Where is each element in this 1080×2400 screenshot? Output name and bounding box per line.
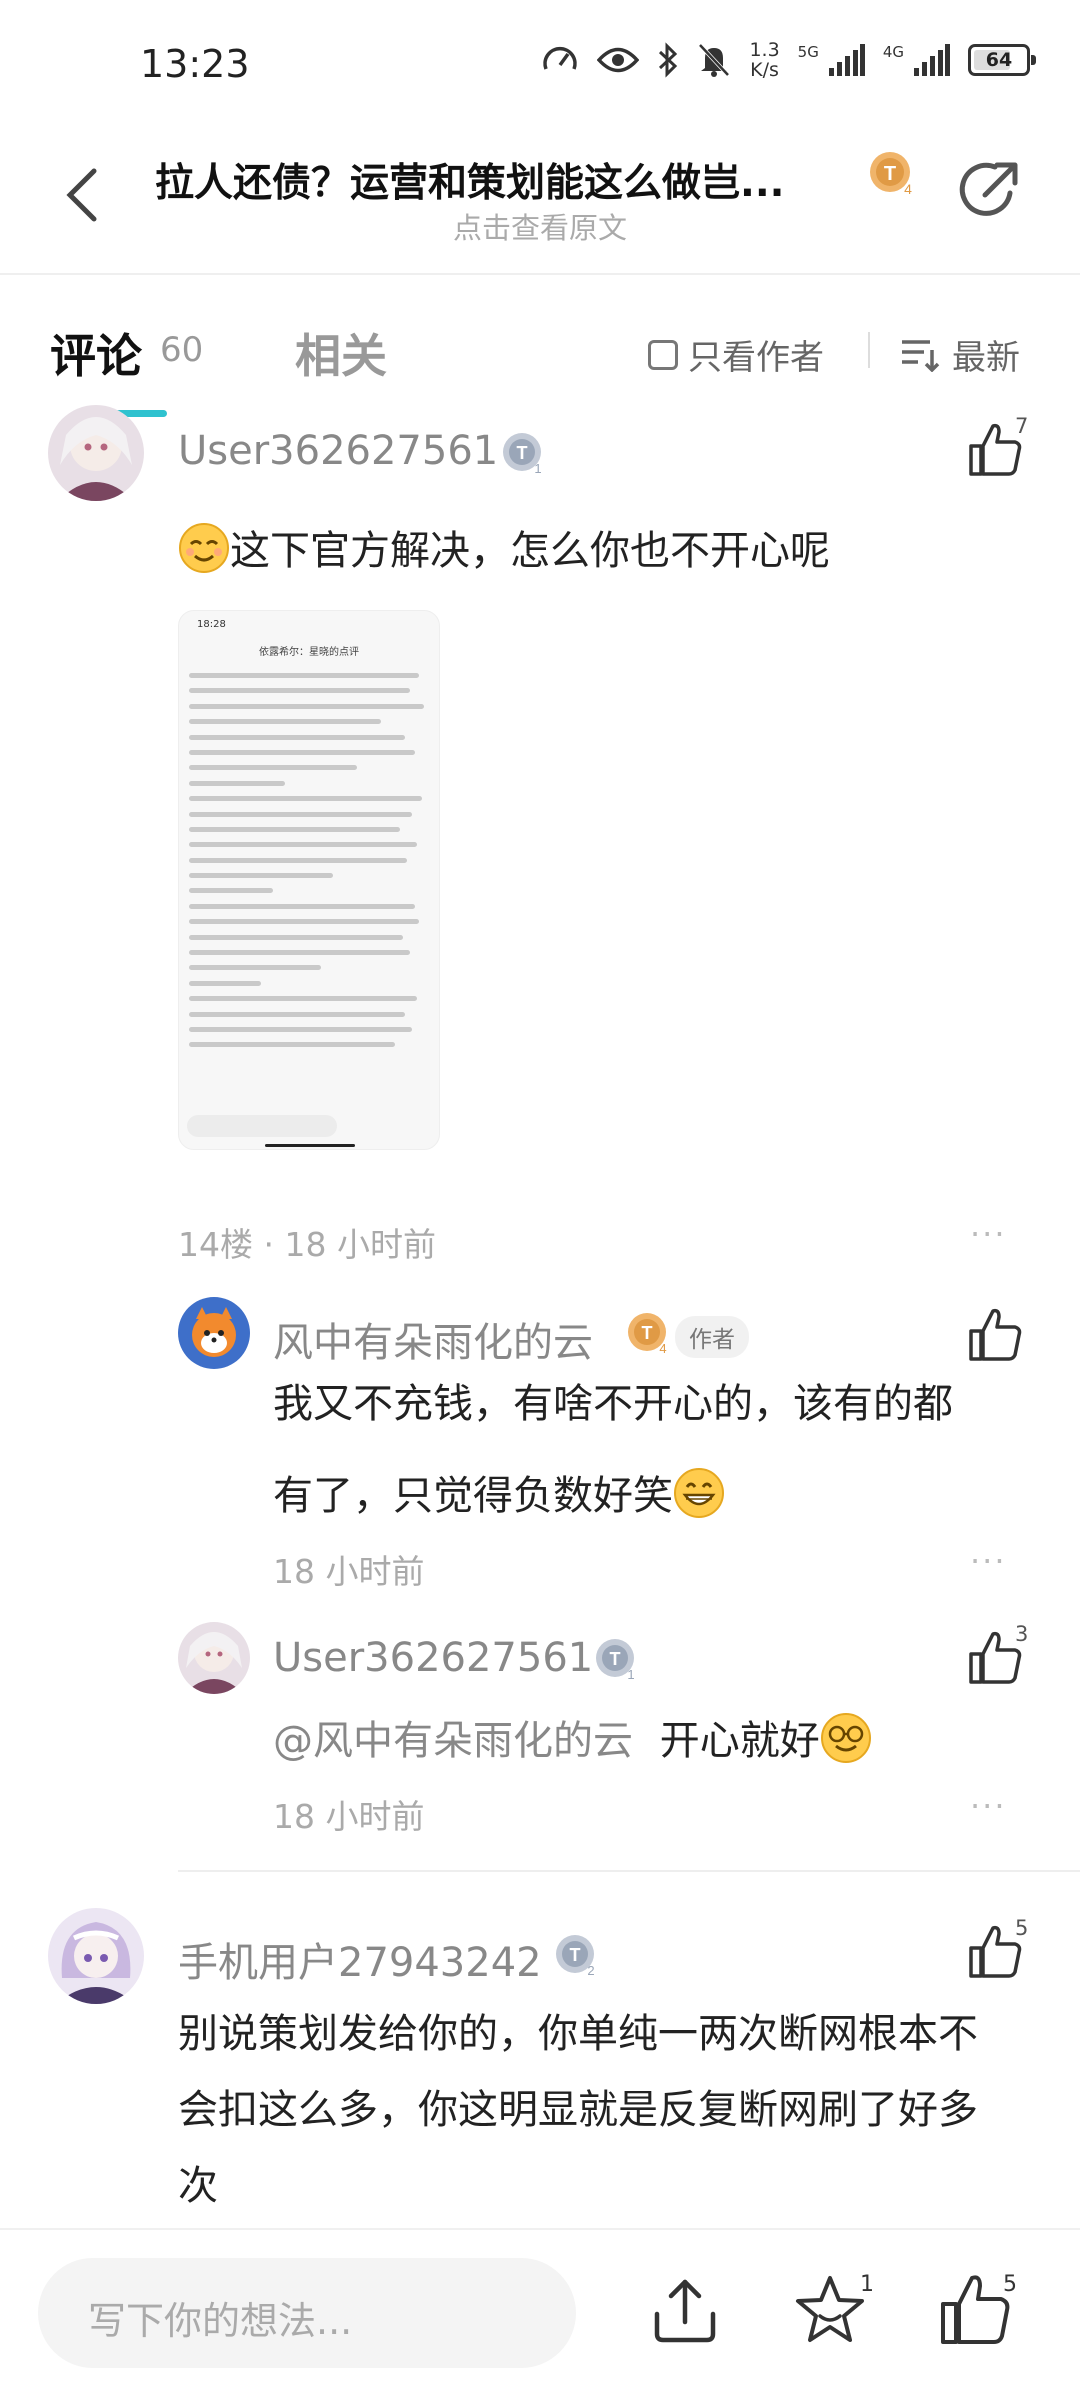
comment-image[interactable]: 18:28 依露希尔：星晓的点评 xyxy=(178,610,440,1150)
image-status-time: 18:28 xyxy=(197,619,226,630)
divider xyxy=(868,332,870,368)
grin-emoji-icon xyxy=(674,1468,724,1518)
sort-button[interactable]: 最新 xyxy=(900,330,1020,379)
comment-tabs: 评论 60 相关 只看作者 最新 xyxy=(0,300,1080,417)
sig1-label: 5G xyxy=(797,43,819,61)
author-only-label: 只看作者 xyxy=(688,338,824,378)
svg-text:T: T xyxy=(884,163,896,185)
author-only-filter[interactable]: 只看作者 xyxy=(648,330,824,379)
level-badge-icon: T2 xyxy=(556,1935,595,1978)
level-badge: T4 xyxy=(868,150,916,202)
avatar[interactable] xyxy=(48,405,144,501)
sort-icon xyxy=(902,339,940,372)
eye-icon xyxy=(597,47,640,73)
sort-label: 最新 xyxy=(952,338,1020,378)
comment-meta: 14楼 · 18 小时前 xyxy=(178,1225,436,1264)
relieved-emoji-icon xyxy=(179,523,229,573)
glasses-emoji-icon xyxy=(820,1713,871,1763)
share-button[interactable] xyxy=(955,155,1025,225)
like-count: 3 xyxy=(1015,1622,1029,1646)
status-icons: 1.3 K/s 5G 4G 64 xyxy=(541,39,1036,81)
comment-input[interactable]: 写下你的想法... xyxy=(38,2258,576,2368)
reply-text: @风中有朵雨化的云 开心就好 xyxy=(273,1695,872,1787)
like-count: 5 xyxy=(1015,1916,1029,1940)
svg-text:T: T xyxy=(642,1323,653,1343)
avatar[interactable] xyxy=(48,1908,144,2004)
author-only-checkbox[interactable] xyxy=(648,339,678,370)
signal-icon xyxy=(828,44,865,76)
svg-text:1: 1 xyxy=(534,461,541,476)
upload-share-icon[interactable] xyxy=(645,2270,725,2350)
image-home-indicator xyxy=(265,1144,355,1147)
image-input-bar xyxy=(187,1115,337,1137)
article-title[interactable]: 拉人还债？运营和策划能这么做岂... xyxy=(155,152,855,208)
avatar[interactable] xyxy=(178,1622,250,1694)
more-options-button[interactable]: ··· xyxy=(970,1542,1007,1580)
article-header: 拉人还债？运营和策划能这么做岂... 点击查看原文 T4 xyxy=(0,130,1080,275)
svg-text:2: 2 xyxy=(587,1963,594,1978)
comment-text: 这下官方解决，怎么你也不开心呢 xyxy=(178,505,830,597)
reply-username[interactable]: User362627561 xyxy=(273,1635,593,1681)
more-options-button[interactable]: ··· xyxy=(970,1787,1007,1825)
comment-username[interactable]: 手机用户27943242 xyxy=(178,1930,542,1988)
comments-count: 60 xyxy=(160,330,204,370)
sig2-label: 4G xyxy=(882,43,904,61)
level-badge-icon: T4 xyxy=(628,1313,667,1356)
net-speed: 1.3 K/s xyxy=(749,39,780,81)
clock: 13:23 xyxy=(140,42,250,86)
svg-text:4: 4 xyxy=(904,181,912,197)
image-text-lines xyxy=(189,673,429,1058)
like-icon[interactable] xyxy=(965,1305,1025,1365)
reply-meta: 18 小时前 xyxy=(273,1797,425,1836)
svg-text:T: T xyxy=(517,443,528,463)
svg-text:T: T xyxy=(570,1945,581,1965)
comment-text: 别说策划发给你的，你单纯一两次断网根本不 会扣这么多，你这明显就是反复断网刷了好… xyxy=(178,2011,978,2209)
like-count: 5 xyxy=(1003,2272,1017,2297)
mention-link[interactable]: @风中有朵雨化的云 xyxy=(273,1718,633,1764)
star-icon[interactable] xyxy=(790,2270,870,2350)
svg-text:T: T xyxy=(610,1649,621,1669)
avatar[interactable] xyxy=(178,1297,250,1369)
tab-related[interactable]: 相关 xyxy=(295,320,387,386)
reply-meta: 18 小时前 xyxy=(273,1552,425,1591)
like-count: 7 xyxy=(1015,414,1029,438)
signal-icon xyxy=(914,44,950,76)
comment-username[interactable]: User362627561 xyxy=(178,428,498,474)
battery-icon: 64 xyxy=(968,44,1036,76)
level-badge-icon: T1 xyxy=(596,1639,635,1682)
level-badge-icon: T1 xyxy=(503,433,542,476)
bottom-action-bar: 写下你的想法... 1 5 xyxy=(0,2228,1080,2400)
speed-icon xyxy=(543,46,578,70)
image-title: 依露希尔：星晓的点评 xyxy=(259,647,359,658)
mute-bell-icon xyxy=(698,43,730,77)
status-bar: 13:23 1.3 K/s 5G 4G 64 xyxy=(0,0,1080,130)
share-icon xyxy=(959,162,1018,216)
author-tag: 作者 xyxy=(675,1316,749,1358)
tab-comments[interactable]: 评论 xyxy=(50,320,142,386)
bluetooth-icon xyxy=(659,42,678,78)
star-count: 1 xyxy=(860,2272,874,2297)
view-original-link[interactable]: 点击查看原文 xyxy=(0,205,1080,247)
more-options-button[interactable]: ··· xyxy=(970,1215,1007,1253)
svg-text:1: 1 xyxy=(627,1667,634,1682)
svg-text:4: 4 xyxy=(659,1341,666,1356)
comment-divider xyxy=(178,1870,1080,1872)
reply-text: 我又不充钱，有啥不开心的，该有的都 有了，只觉得负数好笑 xyxy=(273,1381,953,1519)
